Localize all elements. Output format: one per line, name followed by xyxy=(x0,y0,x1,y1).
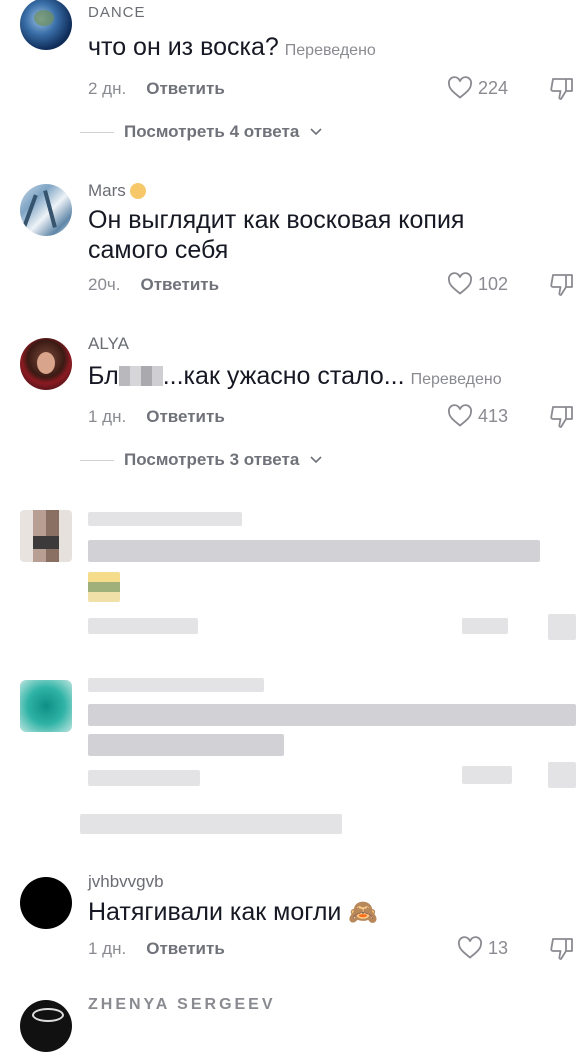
username-label: Mars xyxy=(88,181,126,200)
redacted-likes xyxy=(462,618,508,634)
dislike-icon[interactable] xyxy=(550,936,574,962)
comment-time: 2 дн. xyxy=(88,79,127,98)
avatar[interactable] xyxy=(20,1000,72,1052)
reply-button[interactable]: Ответить xyxy=(146,939,225,958)
comment-meta: 1 дн. Ответить xyxy=(88,939,225,959)
translated-label[interactable]: Переведено xyxy=(285,42,376,59)
redacted-meta xyxy=(88,770,200,786)
comment-time: 1 дн. xyxy=(88,939,127,958)
redacted-dislike xyxy=(548,762,576,788)
redacted-dislike xyxy=(548,614,576,640)
comment-username[interactable]: ZHENYA SERGEEV xyxy=(88,996,276,1014)
view-replies-button[interactable]: Посмотреть 4 ответа xyxy=(80,122,323,142)
comment-text: что он из воска? Переведено xyxy=(88,32,376,66)
like-count: 224 xyxy=(477,77,508,98)
reply-button[interactable]: Ответить xyxy=(141,275,220,294)
avatar[interactable] xyxy=(20,184,72,236)
like-button[interactable]: 224 xyxy=(447,76,508,100)
redacted-likes xyxy=(462,766,512,784)
dislike-icon[interactable] xyxy=(550,404,574,430)
comment-body-prefix: Бл xyxy=(88,362,119,390)
comment-meta: 1 дн. Ответить xyxy=(88,407,225,427)
redacted-text xyxy=(88,734,284,756)
heart-icon xyxy=(447,404,472,427)
redacted-username xyxy=(88,678,264,692)
heart-icon xyxy=(447,272,472,295)
like-count: 102 xyxy=(477,273,508,294)
comment-body-line-1: Он выглядит как восковая копия xyxy=(88,206,465,234)
comment-body-suffix: ...как ужасно стало... xyxy=(162,362,405,390)
comment-time: 1 дн. xyxy=(88,407,127,426)
view-replies-label: Посмотреть 3 ответа xyxy=(124,450,300,469)
like-count: 413 xyxy=(477,405,508,426)
avatar[interactable] xyxy=(20,338,72,390)
comment-time: 20ч. xyxy=(88,275,121,294)
redacted-text xyxy=(88,540,540,562)
reply-button[interactable]: Ответить xyxy=(146,79,225,98)
comment-body-line-2: самого себя xyxy=(88,236,229,264)
like-button[interactable]: 102 xyxy=(447,272,508,296)
comment-body: что он из воска? xyxy=(88,33,279,61)
chevron-down-icon xyxy=(310,456,322,464)
divider-line xyxy=(80,459,114,461)
view-replies-label: Посмотреть 4 ответа xyxy=(124,122,300,141)
redacted-meta xyxy=(88,618,198,634)
comment-meta: 2 дн. Ответить xyxy=(88,79,225,99)
see-no-evil-monkey-icon: 🙈 xyxy=(348,899,379,926)
avatar[interactable] xyxy=(20,877,72,929)
avatar-redacted[interactable] xyxy=(20,510,72,562)
dislike-icon[interactable] xyxy=(550,272,574,298)
like-count: 13 xyxy=(487,937,508,958)
comment-username[interactable]: Mars xyxy=(88,181,146,201)
translated-label[interactable]: Переведено xyxy=(411,371,502,388)
comment-username[interactable]: DANCE xyxy=(88,6,146,18)
comment-text: Бл ...как ужасно стало... Переведено xyxy=(88,361,502,395)
censored-text xyxy=(118,366,163,386)
comment-text: Он выглядит как восковая копия самого се… xyxy=(88,205,464,265)
avatar[interactable] xyxy=(20,0,72,50)
comment-username[interactable]: ALYA xyxy=(88,334,129,354)
like-button[interactable]: 13 xyxy=(457,936,508,960)
avatar-redacted[interactable] xyxy=(20,680,72,732)
redacted-view-replies xyxy=(80,814,342,834)
divider-line xyxy=(80,131,114,133)
chevron-down-icon xyxy=(310,128,322,136)
user-badge-icon xyxy=(129,183,146,199)
view-replies-button[interactable]: Посмотреть 3 ответа xyxy=(80,450,323,470)
comment-username[interactable]: jvhbvvgvb xyxy=(88,872,164,892)
comment-body: Натягивали как могли xyxy=(88,898,342,926)
redacted-text xyxy=(88,704,576,726)
comment-meta: 20ч. Ответить xyxy=(88,275,219,295)
heart-icon xyxy=(457,936,482,959)
dislike-icon[interactable] xyxy=(550,76,574,102)
comment-text: Натягивали как могли 🙈 xyxy=(88,897,378,928)
redacted-emoji xyxy=(88,572,120,602)
redacted-username xyxy=(88,512,242,526)
heart-icon xyxy=(447,76,472,99)
reply-button[interactable]: Ответить xyxy=(146,407,225,426)
like-button[interactable]: 413 xyxy=(447,404,508,428)
